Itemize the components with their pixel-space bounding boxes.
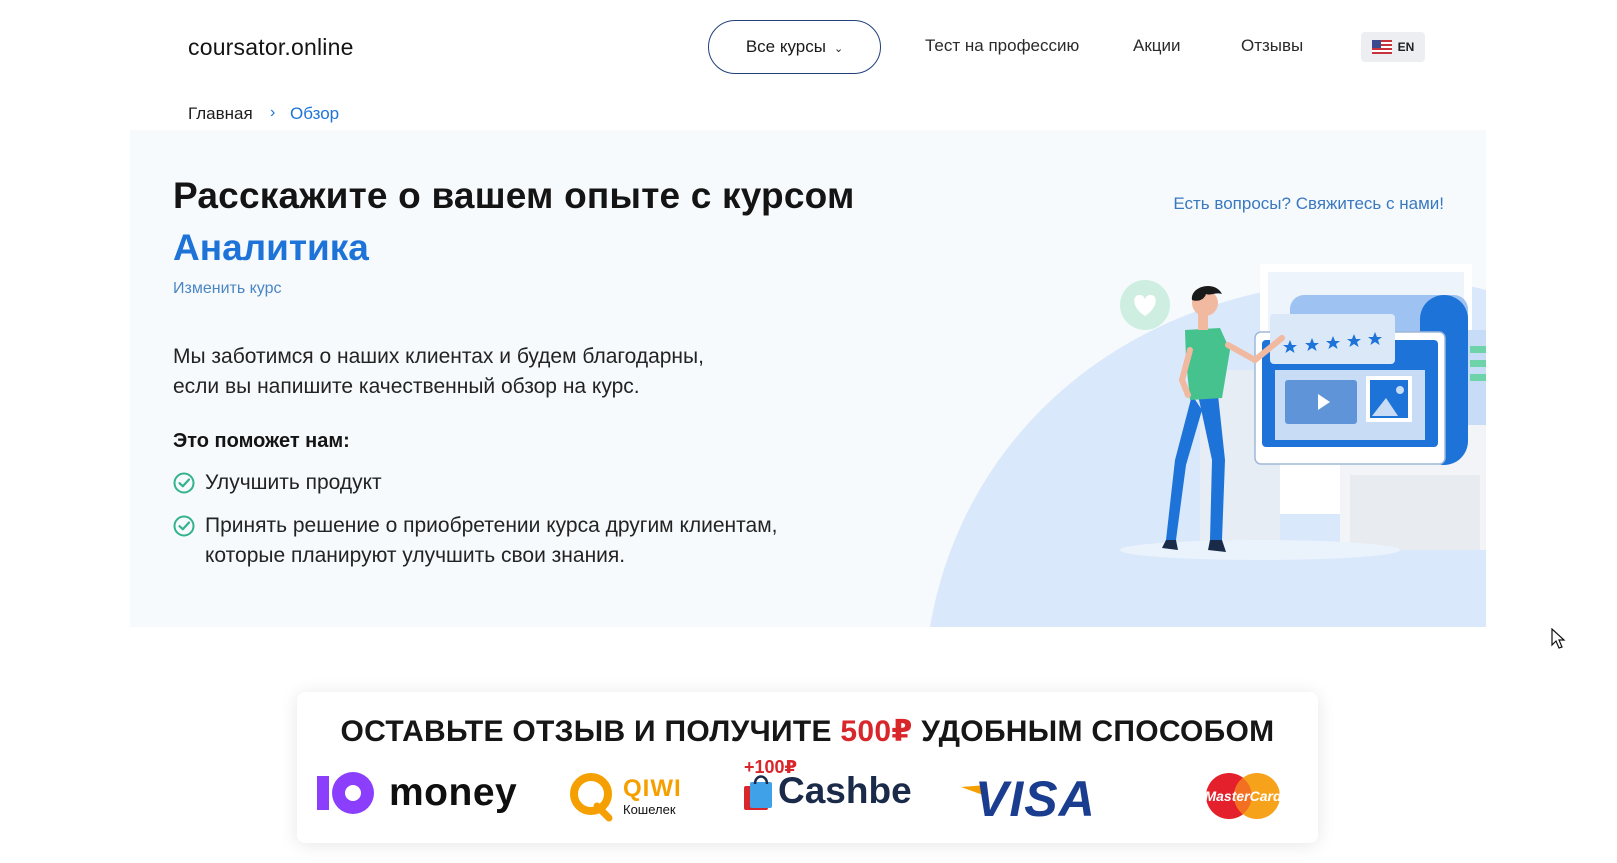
reward-title-start: ОСТАВЬТЕ ОТЗЫВ И ПОЛУЧИТЕ [340,715,841,748]
breadcrumb-current: Обзор [290,104,340,123]
reward-card: ОСТАВЬТЕ ОТЗЫВ И ПОЛУЧИТЕ 500₽ УДОБНЫМ С… [297,692,1318,843]
benefit-item: Принять решение о приобретении курса дру… [173,511,777,571]
qiwi-label: QIWI [623,774,682,802]
reward-title: ОСТАВЬТЕ ОТЗЫВ И ПОЛУЧИТЕ 500₽ УДОБНЫМ С… [297,714,1318,749]
cashbe-bonus: +100₽ [744,757,798,777]
check-circle-icon [173,515,195,537]
visa-label: VISA [975,771,1096,827]
language-label: EN [1397,40,1415,54]
cashbe-logo: +100₽ Cashbe [740,757,912,812]
course-name: Аналитика [173,227,369,268]
cashbe-label: Cashbe [778,770,912,811]
chevron-down-icon: ⌄ [833,42,844,55]
intro-text: Мы заботимся о наших клиентах и будем бл… [173,342,813,402]
intro-line-1: Мы заботимся о наших клиентах и будем бл… [173,345,704,368]
nav-profession-test[interactable]: Тест на профессию [925,36,1079,56]
all-courses-button[interactable]: Все курсы ⌄ [708,20,881,74]
language-switcher[interactable]: EN [1361,32,1425,62]
reward-amount: 500₽ [840,715,913,748]
check-circle-icon [173,472,195,494]
contact-link[interactable]: Есть вопросы? Свяжитесь с нами! [1173,194,1444,214]
reward-title-end: УДОБНЫМ СПОСОБОМ [912,715,1275,748]
nav-promotions[interactable]: Акции [1133,36,1181,56]
yoomoney-logo: money [315,770,517,816]
hero-section: Расскажите о вашем опыте с курсом Аналит… [130,130,1486,627]
breadcrumb-home[interactable]: Главная [188,104,253,124]
all-courses-label: Все курсы [745,37,826,56]
yoomoney-icon [317,772,374,814]
shopping-bag-icon [744,775,772,810]
qiwi-logo: QIWI Кошелек [567,770,682,822]
us-flag-icon [1371,40,1392,54]
qiwi-icon [570,773,613,822]
visa-logo: VISA [959,770,1096,828]
site-logo[interactable]: coursator.online [188,34,354,61]
breadcrumb-separator: › [270,104,276,121]
yoomoney-label: money [389,771,518,814]
benefit-line: которые планируют улучшить свои знания. [205,544,626,567]
mouse-cursor-icon [1551,628,1566,649]
mastercard-label: MasterCard [1204,788,1282,804]
intro-line-2: если вы напишите качественный обзор на к… [173,375,640,398]
change-course-link[interactable]: Изменить курс [173,280,282,298]
mastercard-logo: MasterCard [1203,772,1283,820]
nav-reviews[interactable]: Отзывы [1241,36,1303,56]
page-title: Расскажите о вашем опыте с курсом [173,175,855,216]
benefit-line: Принять решение о приобретении курса дру… [205,514,778,537]
benefit-item: Улучшить продукт [173,468,382,498]
helps-heading: Это поможет нам: [173,430,350,452]
review-illustration [930,264,1486,627]
benefit-line: Улучшить продукт [205,471,382,494]
qiwi-sublabel: Кошелек [623,801,676,817]
